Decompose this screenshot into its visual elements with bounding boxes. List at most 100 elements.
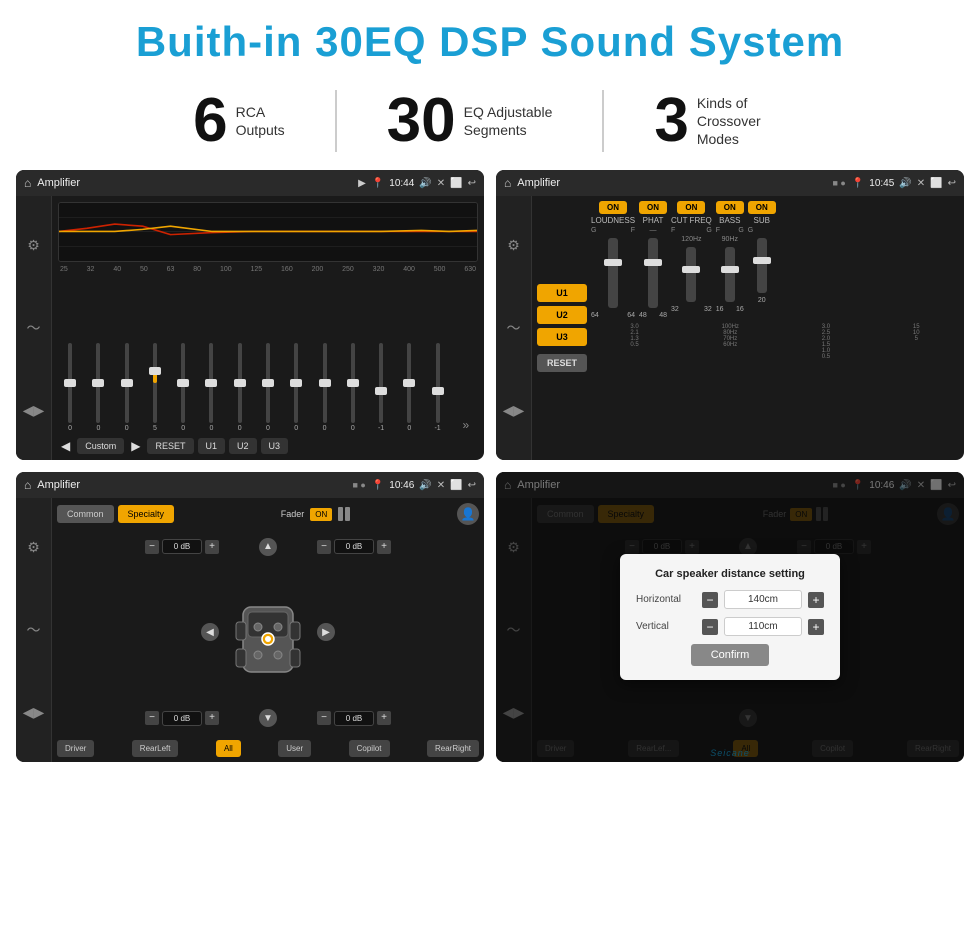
screen3-sidebar: ⚙ 〜 ◀▶ — [16, 498, 52, 762]
eq-slider-5[interactable]: 0 — [199, 343, 223, 432]
eq-slider-0[interactable]: 0 — [58, 343, 82, 432]
user-button[interactable]: User — [278, 740, 311, 757]
confirm-button[interactable]: Confirm — [691, 644, 770, 666]
u1-button[interactable]: U1 — [198, 438, 226, 454]
loudness-slider[interactable] — [608, 238, 618, 308]
speaker-icon-side-2[interactable]: ◀▶ — [503, 400, 525, 422]
cutfreq-slider[interactable] — [686, 247, 696, 302]
eq-slider-11[interactable]: -1 — [369, 343, 393, 432]
tl-minus-button[interactable]: − — [145, 540, 159, 554]
top-arrow: ▲ — [223, 538, 313, 556]
speaker-icon-side-3[interactable]: ◀▶ — [23, 702, 45, 724]
all-button[interactable]: All — [216, 740, 241, 757]
custom-preset-button[interactable]: Custom — [77, 438, 124, 454]
eq-slider-3[interactable]: 5 — [143, 343, 167, 432]
bass-slider[interactable] — [725, 247, 735, 302]
u1-amp-button[interactable]: U1 — [537, 284, 587, 302]
eq-slider-6[interactable]: 0 — [228, 343, 252, 432]
loudness-on-button[interactable]: ON — [599, 201, 627, 214]
stat-eq-num: 30 — [387, 90, 456, 152]
profile-icon[interactable]: 👤 — [457, 503, 479, 525]
vertical-minus-button[interactable]: − — [702, 619, 718, 635]
down-arrow-button[interactable]: ▼ — [259, 709, 277, 727]
eq-icon-3[interactable]: ⚙ — [23, 536, 45, 558]
phat-slider[interactable] — [648, 238, 658, 308]
expand-btn[interactable]: » — [454, 418, 478, 432]
bl-plus-button[interactable]: + — [205, 711, 219, 725]
screen-eq: ⌂ Amplifier ▶ 📍 10:44 🔊 ✕ ⬜ ↩ ⚙ 〜 ◀▶ — [16, 170, 484, 460]
eq-slider-12[interactable]: 0 — [397, 343, 421, 432]
br-plus-button[interactable]: + — [377, 711, 391, 725]
topbar-2: ⌂ Amplifier ■ ● 📍 10:45 🔊 ✕ ⬜ ↩ — [496, 170, 964, 196]
horizontal-minus-button[interactable]: − — [702, 592, 718, 608]
br-minus-button[interactable]: − — [317, 711, 331, 725]
topbar-3: ⌂ Amplifier ■ ● 📍 10:46 🔊 ✕ ⬜ ↩ — [16, 472, 484, 498]
vertical-plus-button[interactable]: + — [808, 619, 824, 635]
driver-button[interactable]: Driver — [57, 740, 94, 757]
cutfreq-col: ON CUT FREQ FG 120Hz 3232 — [671, 201, 712, 313]
close-icon-2: ✕ — [917, 178, 925, 189]
eq-slider-7[interactable]: 0 — [256, 343, 280, 432]
eq-icon-2[interactable]: ⚙ — [503, 234, 525, 256]
wave-icon-2[interactable]: 〜 — [503, 317, 525, 339]
home-icon-2[interactable]: ⌂ — [504, 176, 511, 190]
topbar-icons-2: 📍 10:45 🔊 ✕ ⬜ ↩ — [852, 178, 956, 189]
sub-slider[interactable] — [757, 238, 767, 293]
eq-bottom-buttons: ◀ Custom ▶ RESET U1 U2 U3 — [58, 436, 478, 454]
back-icon-2: ↩ — [948, 178, 956, 189]
screen2-sidebar: ⚙ 〜 ◀▶ — [496, 196, 532, 460]
stat-crossover-label: Kinds of Crossover Modes — [697, 94, 787, 149]
sub-label: SUB — [754, 216, 770, 225]
reset-amp-button[interactable]: RESET — [537, 354, 587, 372]
eq-slider-4[interactable]: 0 — [171, 343, 195, 432]
speaker-icon-side[interactable]: ◀▶ — [23, 400, 45, 422]
window-icon-3: ⬜ — [450, 480, 462, 491]
next-button[interactable]: ▶ — [128, 439, 143, 453]
fader-bar-2 — [345, 507, 350, 521]
horizontal-plus-button[interactable]: + — [808, 592, 824, 608]
prev-button[interactable]: ◀ — [58, 439, 73, 453]
amp-controls-grid: ON LOUDNESS GF 6464 ON PHAT — — [591, 201, 959, 455]
left-arrow-button[interactable]: ◀ — [201, 623, 219, 641]
speaker-icon-2: 🔊 — [899, 178, 911, 189]
eq-slider-9[interactable]: 0 — [312, 343, 336, 432]
home-icon-3[interactable]: ⌂ — [24, 478, 31, 492]
rearleft-button[interactable]: RearLeft — [132, 740, 179, 757]
eq-slider-2[interactable]: 0 — [115, 343, 139, 432]
eq-icon[interactable]: ⚙ — [23, 234, 45, 256]
bl-minus-button[interactable]: − — [145, 711, 159, 725]
fader-on-button[interactable]: ON — [310, 508, 332, 521]
u3-button[interactable]: U3 — [261, 438, 289, 454]
wave-icon-3[interactable]: 〜 — [23, 619, 45, 641]
bottom-left-speaker: − 0 dB + — [57, 711, 219, 726]
bass-on-button[interactable]: ON — [716, 201, 744, 214]
sub-on-button[interactable]: ON — [748, 201, 776, 214]
u2-button[interactable]: U2 — [229, 438, 257, 454]
stat-crossover-num: 3 — [654, 90, 688, 152]
eq-slider-13[interactable]: -1 — [425, 343, 449, 432]
eq-slider-10[interactable]: 0 — [341, 343, 365, 432]
up-arrow-button[interactable]: ▲ — [259, 538, 277, 556]
home-icon[interactable]: ⌂ — [24, 176, 31, 190]
phat-on-button[interactable]: ON — [639, 201, 667, 214]
stat-rca-num: 6 — [193, 90, 227, 152]
copilot-button[interactable]: Copilot — [349, 740, 390, 757]
reset-button[interactable]: RESET — [147, 438, 193, 454]
rearright-button[interactable]: RearRight — [427, 740, 479, 757]
common-tab[interactable]: Common — [57, 505, 114, 523]
eq-slider-8[interactable]: 0 — [284, 343, 308, 432]
right-arrow-button[interactable]: ▶ — [317, 623, 335, 641]
wave-icon[interactable]: 〜 — [23, 317, 45, 339]
specialty-tab[interactable]: Specialty — [118, 505, 175, 523]
eq-slider-1[interactable]: 0 — [86, 343, 110, 432]
window-icon: ⬜ — [450, 178, 462, 189]
u3-amp-button[interactable]: U3 — [537, 328, 587, 346]
top-right-speaker: − 0 dB + — [317, 539, 479, 554]
tr-minus-button[interactable]: − — [317, 540, 331, 554]
u2-amp-button[interactable]: U2 — [537, 306, 587, 324]
tr-plus-button[interactable]: + — [377, 540, 391, 554]
speaker-icon: 🔊 — [419, 178, 431, 189]
back-icon-3: ↩ — [468, 480, 476, 491]
cutfreq-on-button[interactable]: ON — [677, 201, 705, 214]
tl-plus-button[interactable]: + — [205, 540, 219, 554]
